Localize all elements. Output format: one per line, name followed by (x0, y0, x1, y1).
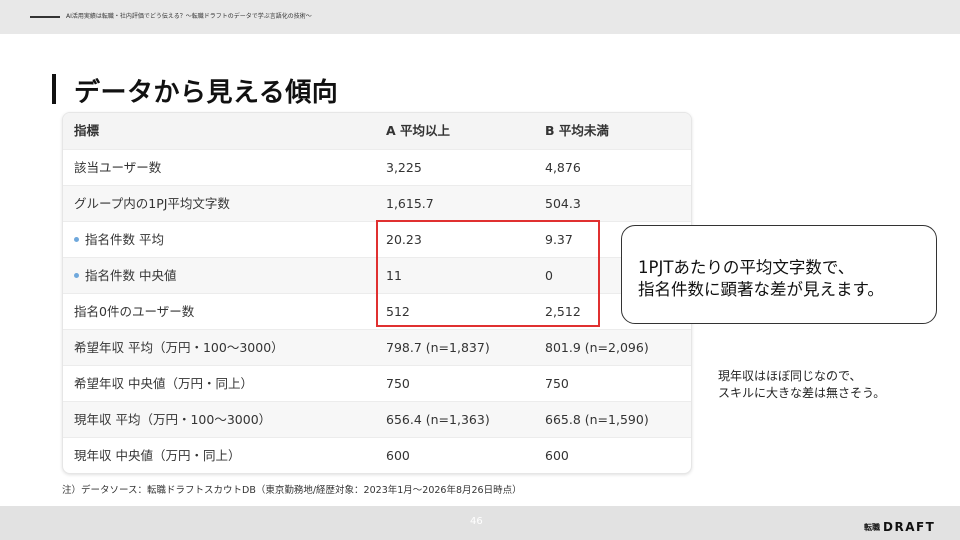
table-row: 希望年収 中央値（万円・同上） 750 750 (63, 365, 691, 402)
row-value-a: 600 (386, 448, 410, 463)
row-value-b: 801.9 (n=2,096) (545, 340, 649, 355)
header-metric: 指標 (74, 123, 100, 138)
row-metric-with-bullet: 指名件数 中央値 (74, 258, 176, 294)
row-value-a: 3,225 (386, 160, 422, 175)
header-group-b: B 平均未満 (545, 123, 609, 138)
callout-line-2: 指名件数に顕著な差が見えます。 (638, 280, 884, 299)
page-title: データから見える傾向 (74, 78, 339, 108)
row-metric: 希望年収 平均（万円・100〜3000） (74, 340, 284, 355)
bullet-icon (74, 273, 79, 278)
table-row: 現年収 平均（万円・100〜3000） 656.4 (n=1,363) 665.… (63, 401, 691, 438)
row-value-a: 656.4 (n=1,363) (386, 412, 490, 427)
row-metric: グループ内の1PJ平均文字数 (74, 196, 230, 211)
table-row: 現年収 中央値（万円・同上） 600 600 (63, 437, 691, 473)
callout-box: 1PJTあたりの平均文字数で、 指名件数に顕著な差が見えます。 (621, 225, 937, 324)
row-metric: 現年収 平均（万円・100〜3000） (74, 412, 272, 427)
row-value-a: 750 (386, 376, 410, 391)
header-breadcrumb: AI活用実績は転職・社内評価でどう伝える？〜転職ドラフトのデータで学ぶ言語化の技… (66, 13, 312, 20)
row-value-b: 665.8 (n=1,590) (545, 412, 649, 427)
row-value-b: 750 (545, 376, 569, 391)
row-metric-with-bullet: 指名件数 平均 (74, 222, 164, 258)
note-line-1: 現年収はほぼ同じなので、 (718, 369, 862, 383)
row-metric: 現年収 中央値（万円・同上） (74, 448, 241, 463)
row-value-a: 1,615.7 (386, 196, 434, 211)
logo-text: DRAFT (883, 520, 936, 534)
row-metric: 指名件数 平均 (85, 232, 164, 247)
row-value-b: 600 (545, 448, 569, 463)
header-rule (30, 16, 60, 18)
highlight-box (376, 220, 600, 327)
logo-small-text: 転職 (864, 523, 880, 532)
table-header-row: 指標 A 平均以上 B 平均未満 (63, 113, 691, 149)
callout-line-1: 1PJTあたりの平均文字数で、 (638, 258, 855, 277)
footer-bar: 46 転職 DRAFT (0, 506, 960, 540)
row-metric: 指名件数 中央値 (85, 268, 177, 283)
row-metric: 希望年収 中央値（万円・同上） (74, 376, 253, 391)
page-number: 46 (470, 516, 483, 527)
note-line-2: スキルに大きな差は無さそう。 (718, 386, 886, 400)
row-value-a: 798.7 (n=1,837) (386, 340, 490, 355)
row-metric: 指名0件のユーザー数 (74, 304, 195, 319)
title-accent-bar (52, 74, 56, 104)
table-row: グループ内の1PJ平均文字数 1,615.7 504.3 (63, 185, 691, 222)
row-value-b: 4,876 (545, 160, 581, 175)
table-row: 該当ユーザー数 3,225 4,876 (63, 149, 691, 186)
footnote: 注）データソース：転職ドラフトスカウトDB（東京勤務地/経歴対象：2023年1月… (62, 485, 522, 496)
table-row: 希望年収 平均（万円・100〜3000） 798.7 (n=1,837) 801… (63, 329, 691, 366)
bullet-icon (74, 237, 79, 242)
row-value-b: 504.3 (545, 196, 581, 211)
header-group-a: A 平均以上 (386, 123, 451, 138)
header-bar: AI活用実績は転職・社内評価でどう伝える？〜転職ドラフトのデータで学ぶ言語化の技… (0, 0, 960, 34)
row-metric: 該当ユーザー数 (74, 160, 162, 175)
brand-logo: 転職 DRAFT (864, 516, 935, 535)
